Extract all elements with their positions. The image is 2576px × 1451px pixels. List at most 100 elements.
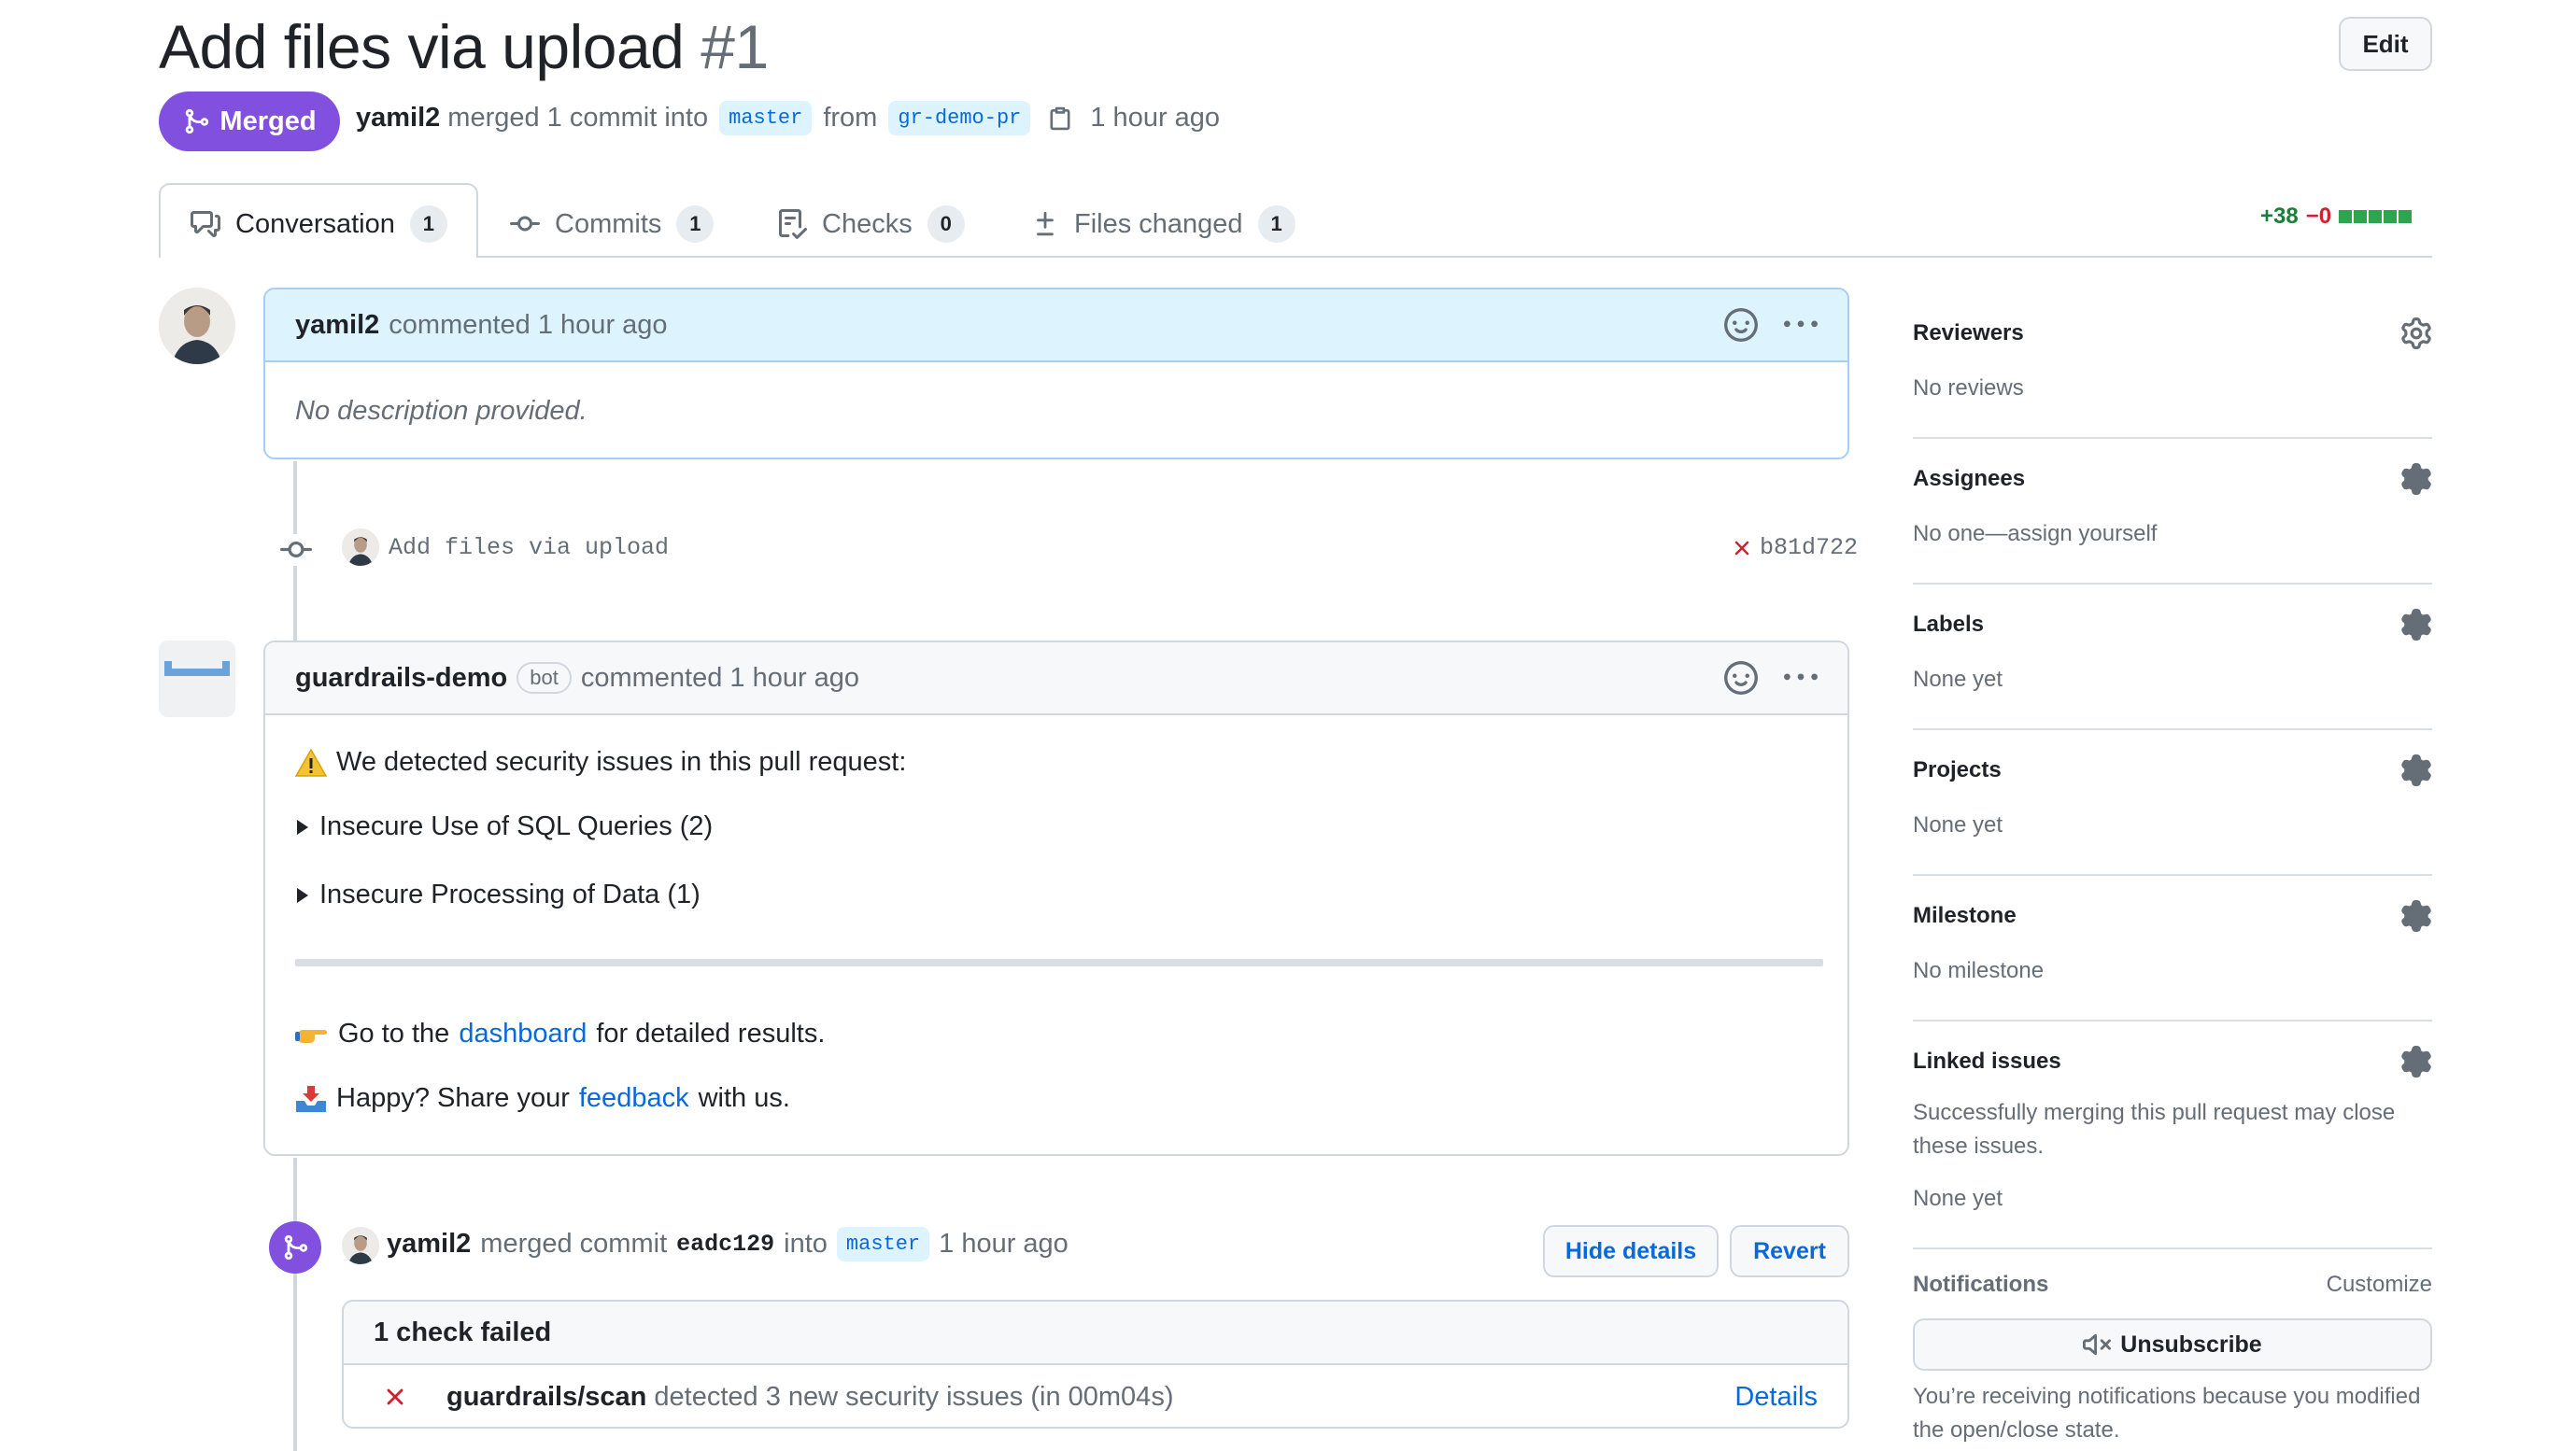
pr-meta: yamil2 merged 1 commit into master from … [356,101,1220,135]
smiley-icon[interactable] [1724,308,1758,342]
merge-text: merged 1 commit into [447,103,709,133]
customize-link[interactable]: Customize [2327,1272,2432,1298]
smiley-icon[interactable] [1724,661,1758,695]
commit-message[interactable]: Add files via upload [389,534,669,561]
bot-label: bot [517,662,572,694]
tab-label: Commits [555,208,662,239]
inbox-tray-icon [296,1085,326,1112]
checks-summary: 1 check failed [344,1302,1847,1365]
gear-icon[interactable] [2400,317,2432,349]
merge-event-icon [269,1221,321,1274]
merge-branch[interactable]: master [836,1227,930,1261]
dashboard-post: for detailed results. [596,1019,826,1049]
tab-label: Files changed [1074,208,1243,239]
kebab-horizontal-icon[interactable] [1784,661,1818,695]
merge-author[interactable]: yamil2 [387,1229,471,1260]
diffstat-blocks [2339,210,2413,223]
merge-action: merged commit [480,1229,668,1259]
sidebar-value: No reviews [1913,375,2024,401]
divider [1913,1247,2432,1249]
feedback-post: with us. [698,1083,790,1113]
head-branch[interactable]: gr-demo-pr [888,101,1031,135]
checklist-icon [779,209,807,239]
comment-box: guardrails-demo bot commented 1 hour ago… [263,641,1849,1156]
commit-sha[interactable]: b81d722 [1760,534,1858,561]
merge-event-text: yamil2 merged commit eadc129 into master… [387,1227,1069,1261]
copy-icon[interactable] [1047,106,1073,132]
merger-link[interactable]: yamil2 [356,103,440,134]
feedback-link[interactable]: feedback [579,1083,689,1114]
base-branch[interactable]: master [719,101,813,135]
sidebar-value[interactable]: No one—assign yourself [1913,517,2432,551]
tab-label: Checks [822,208,913,239]
details-summary[interactable]: Insecure Processing of Data (1) [295,880,1818,910]
commit-icon [510,216,540,232]
dashboard-pre: Go to the [338,1019,450,1049]
intro-text: We detected security issues in this pull… [336,747,907,777]
comment-body: No description provided. [265,362,1847,427]
divider [1913,1020,2432,1021]
gear-icon[interactable] [2400,754,2432,786]
hide-details-button[interactable]: Hide details [1543,1225,1719,1277]
comment-box: yamil2 commented 1 hour ago No descripti… [263,288,1849,459]
gear-icon[interactable] [2400,1046,2432,1078]
details-summary[interactable]: Insecure Use of SQL Queries (2) [295,811,1818,842]
sidebar-heading[interactable]: Reviewers [1913,320,2024,346]
sidebar-heading[interactable]: Assignees [1913,466,2025,492]
tab-commits[interactable]: Commits 1 [510,202,715,247]
divider [1913,583,2432,585]
tab-checks[interactable]: Checks 0 [777,202,965,247]
gear-icon[interactable] [2400,463,2432,495]
tab-conversation[interactable]: Conversation 1 [191,202,447,247]
sidebar-heading[interactable]: Projects [1913,757,2002,783]
divider [1913,728,2432,730]
sidebar-heading[interactable]: Linked issues [1913,1049,2061,1075]
tab-counter: 1 [1257,205,1295,243]
merge-time: 1 hour ago [939,1229,1069,1259]
check-row: guardrails/scan detected 3 new security … [344,1365,1847,1427]
unsubscribe-button[interactable]: Unsubscribe [1913,1318,2432,1371]
comment-author[interactable]: guardrails-demo [295,663,507,694]
page-title: Add files via upload #1 [159,7,769,88]
divider [1913,874,2432,876]
sidebar-heading[interactable]: Milestone [1913,903,2017,929]
avatar[interactable] [159,288,235,364]
sidebar-heading[interactable]: Labels [1913,612,1984,638]
avatar[interactable] [342,1227,379,1264]
comment-body: We detected security issues in this pull… [265,747,1847,1114]
comment-author[interactable]: yamil2 [295,310,379,341]
bot-avatar[interactable] [159,641,235,717]
sidebar-assignees: Assignees No one—assign yourself [1913,463,2432,585]
status-badge: Merged [159,92,340,151]
avatar[interactable] [342,528,379,566]
merge-sha[interactable]: eadc129 [676,1231,774,1258]
check-description: detected 3 new security issues (in 00m04… [654,1381,1174,1412]
edit-button[interactable]: Edit [2339,17,2432,71]
timeline-line [293,1158,297,1451]
x-icon[interactable] [1730,536,1754,560]
tab-files-changed[interactable]: Files changed 1 [1031,202,1295,247]
tab-label: Conversation [235,208,395,239]
sidebar-milestone: Milestone No milestone [1913,900,2432,1021]
triangle-right-icon [297,887,308,903]
details-label: Insecure Use of SQL Queries (2) [319,811,714,841]
kebab-horizontal-icon[interactable] [1784,308,1818,342]
conversation-icon [191,211,220,237]
tab-divider [159,256,2432,258]
pr-title: Add files via upload [159,12,685,81]
comment-header: yamil2 commented 1 hour ago [265,289,1847,362]
check-details-link[interactable]: Details [1734,1382,1818,1413]
merge-icon [186,108,209,134]
tab-counter: 1 [676,205,715,243]
revert-button[interactable]: Revert [1730,1225,1849,1277]
file-diff-icon [1037,211,1054,236]
gear-icon[interactable] [2400,609,2432,641]
gear-icon[interactable] [2400,900,2432,932]
intro-line: We detected security issues in this pull… [295,747,1818,778]
from-text: from [823,103,878,133]
sidebar-description: Successfully merging this pull request m… [1913,1100,2396,1159]
dashboard-link[interactable]: dashboard [459,1019,587,1050]
sidebar-value: None yet [1913,812,2003,838]
checks-box: 1 check failed guardrails/scan detected … [342,1300,1849,1429]
tab-counter: 1 [409,205,447,243]
